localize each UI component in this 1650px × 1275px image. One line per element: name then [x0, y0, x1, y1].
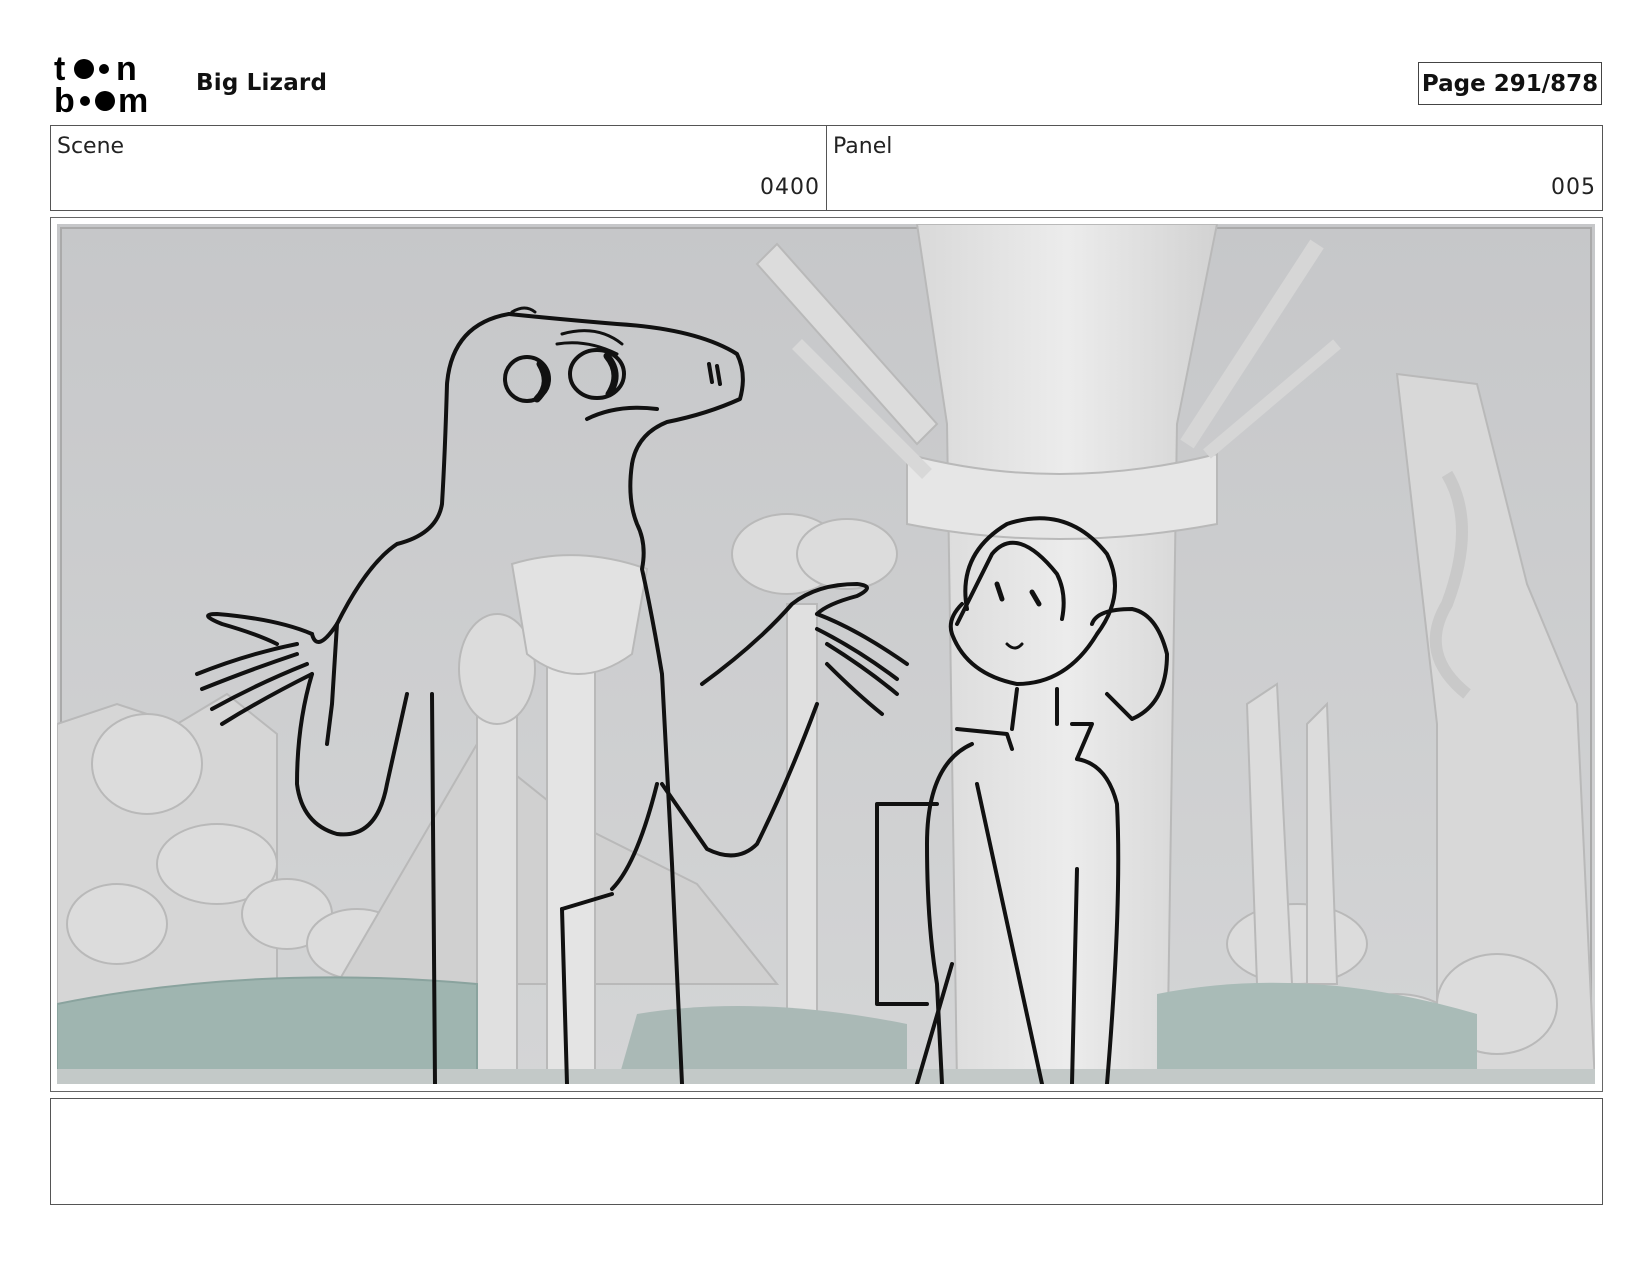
toonboom-logo: t n b m	[54, 52, 148, 118]
panel-cell: Panel 005	[826, 126, 1602, 210]
svg-text:m: m	[118, 82, 148, 118]
panel-value: 005	[1551, 175, 1596, 200]
panel-drawing	[57, 224, 1595, 1084]
scene-value: 0400	[760, 175, 820, 200]
panel-notes	[50, 1098, 1603, 1205]
scene-label: Scene	[57, 134, 125, 159]
page-number: Page 291/878	[1418, 62, 1602, 105]
svg-text:b: b	[54, 82, 75, 118]
scene-panel-info: Scene 0400 Panel 005	[50, 125, 1603, 211]
storyboard-panel	[50, 217, 1603, 1092]
scene-cell: Scene 0400	[51, 126, 826, 210]
project-title: Big Lizard	[196, 70, 328, 96]
panel-label: Panel	[833, 134, 893, 159]
